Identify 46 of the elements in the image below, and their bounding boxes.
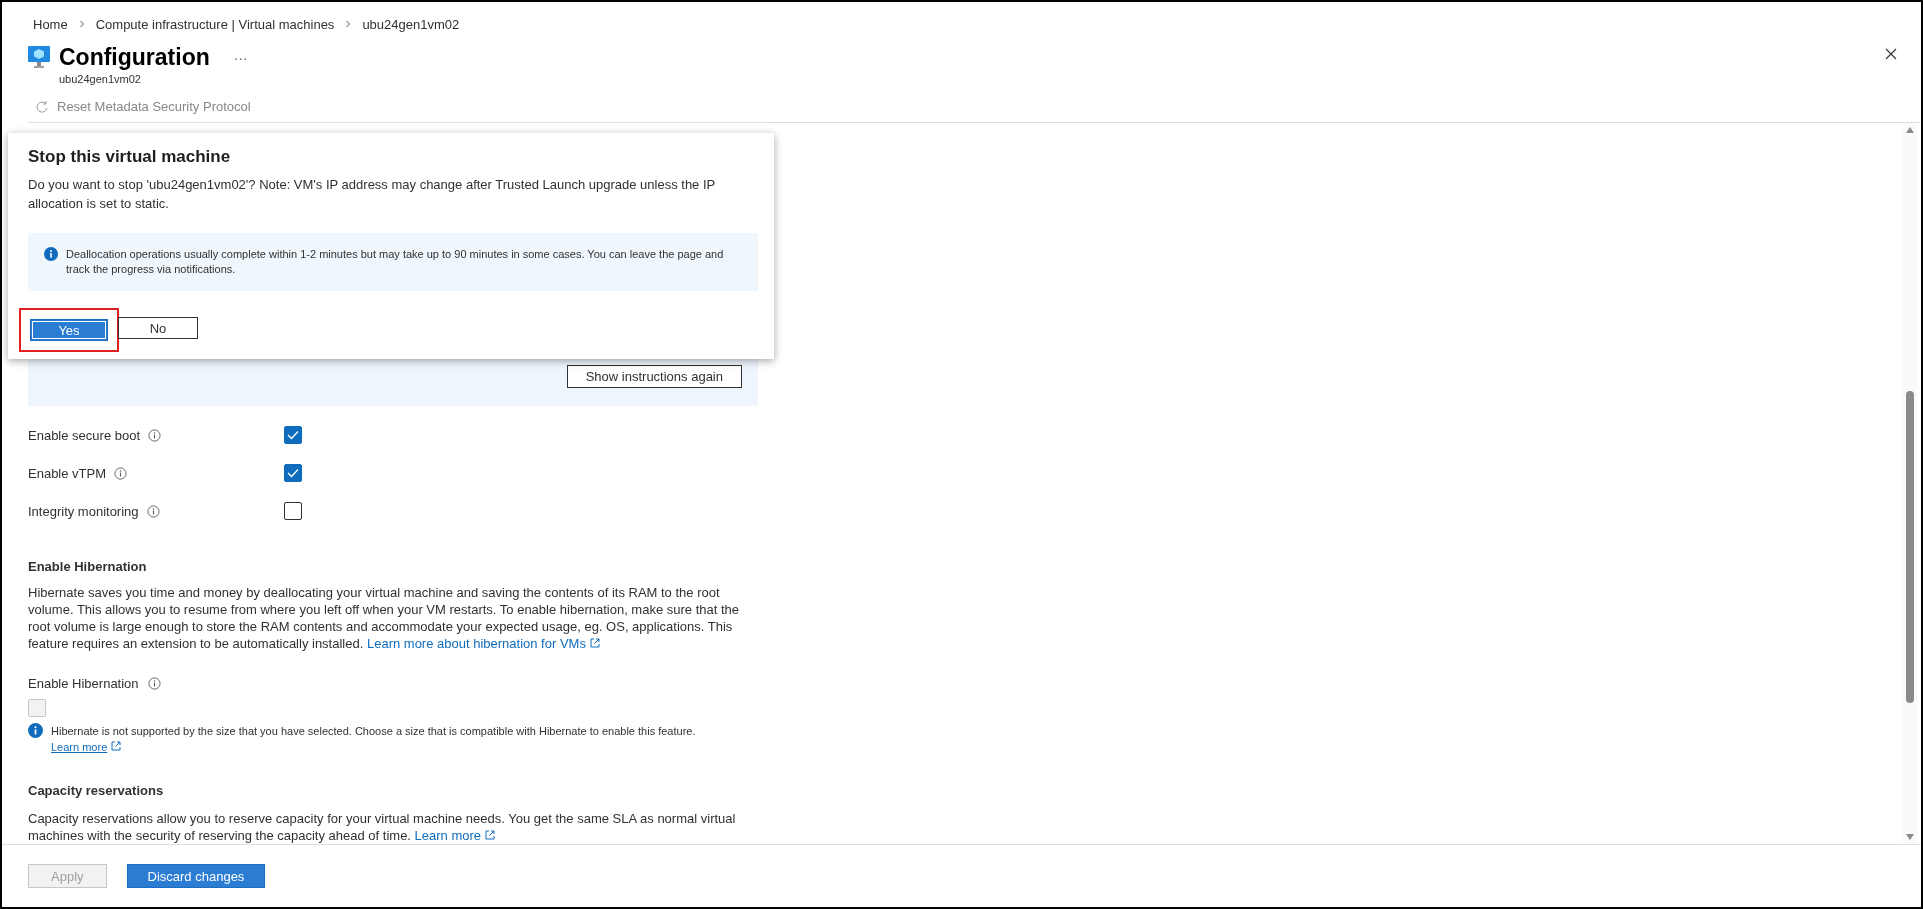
info-icon [146, 504, 160, 518]
info-icon [147, 677, 161, 690]
learn-more-link[interactable]: Learn more [414, 828, 496, 843]
yes-button[interactable]: Yes [30, 319, 108, 341]
option-label: Enable secure boot [28, 427, 141, 443]
info-icon [114, 466, 128, 480]
hibernation-description: Hibernate saves you time and money by deallocating your virtual machine and saving the contents of its RAM to the root volume. This allows you to resume from where you left off when your VM restarts. To enable hibernation, make sure that the root volume is large enough to store the RAM contents and accommodate your expected usage, eg. OS, applications. This feature requires an extension to be automatically installed. Learn more about hibernation for VMs [28, 584, 741, 652]
unsupported-notice: Hibernate is not supported by the size that you have selected. Choose a size that is compatible with Hibernate to enable this feature. Learn more [51, 724, 697, 755]
scroll-down-icon[interactable] [1906, 834, 1914, 840]
monitor-icon [27, 44, 51, 70]
checkbox[interactable] [284, 502, 302, 521]
chevron-icon [344, 20, 353, 28]
info-icon [148, 428, 162, 442]
option-label: Enable vTPM [28, 465, 107, 481]
checkmark-icon [287, 430, 299, 441]
info-icon [44, 247, 58, 261]
chevron-icon [77, 20, 86, 28]
discard-button[interactable]: Discard changes [126, 864, 266, 888]
info-icon [28, 723, 43, 738]
page-title: Configuration [59, 44, 210, 71]
breadcrumb-link[interactable]: Compute infrastructure | Virtual machines [95, 16, 335, 32]
close-icon [1885, 48, 1897, 60]
field-label: Enable Hibernation [28, 676, 139, 691]
more-button[interactable]: ··· [233, 49, 248, 66]
no-button[interactable]: No [118, 317, 198, 339]
section-heading: Enable Hibernation [28, 559, 148, 574]
checkbox[interactable] [284, 426, 302, 445]
refresh-icon [35, 99, 49, 114]
page-subtitle: ubu24gen1vm02 [59, 73, 142, 85]
capacity-description: Capacity reservations allow you to reserve capacity for your virtual machine needs. You get the same SLA as normal virtual machines with the security of reserving the capacity ahead of time. Learn more [28, 810, 737, 844]
option-label: Integrity monitoring [28, 503, 139, 519]
external-link-icon [589, 638, 600, 648]
scrollbar[interactable] [1903, 123, 1917, 844]
checkmark-icon [287, 468, 299, 479]
info-text: Deallocation operations usually complete within 1-2 minutes but may take up to 90 minutes in some cases. You can leave the page and track the progress via notifications. [66, 247, 725, 277]
scroll-thumb[interactable] [1906, 391, 1914, 703]
show-instructions-button[interactable]: Show instructions again [566, 364, 742, 388]
checkbox[interactable] [284, 464, 302, 483]
breadcrumb-link[interactable]: ubu24gen1vm02 [362, 16, 460, 32]
dialog-title: Stop this virtual machine [28, 147, 232, 167]
section-heading: Capacity reservations [28, 783, 165, 798]
scroll-up-icon[interactable] [1906, 127, 1914, 133]
breadcrumb-link[interactable]: Home [33, 16, 68, 32]
dialog-message: Do you want to stop 'ubu24gen1vm02'? Note: VM's IP address may change after Trusted Launch upgrade unless the IP allocation is set to static. [28, 176, 716, 213]
external-link-icon [485, 830, 496, 840]
external-link-icon [111, 741, 122, 751]
